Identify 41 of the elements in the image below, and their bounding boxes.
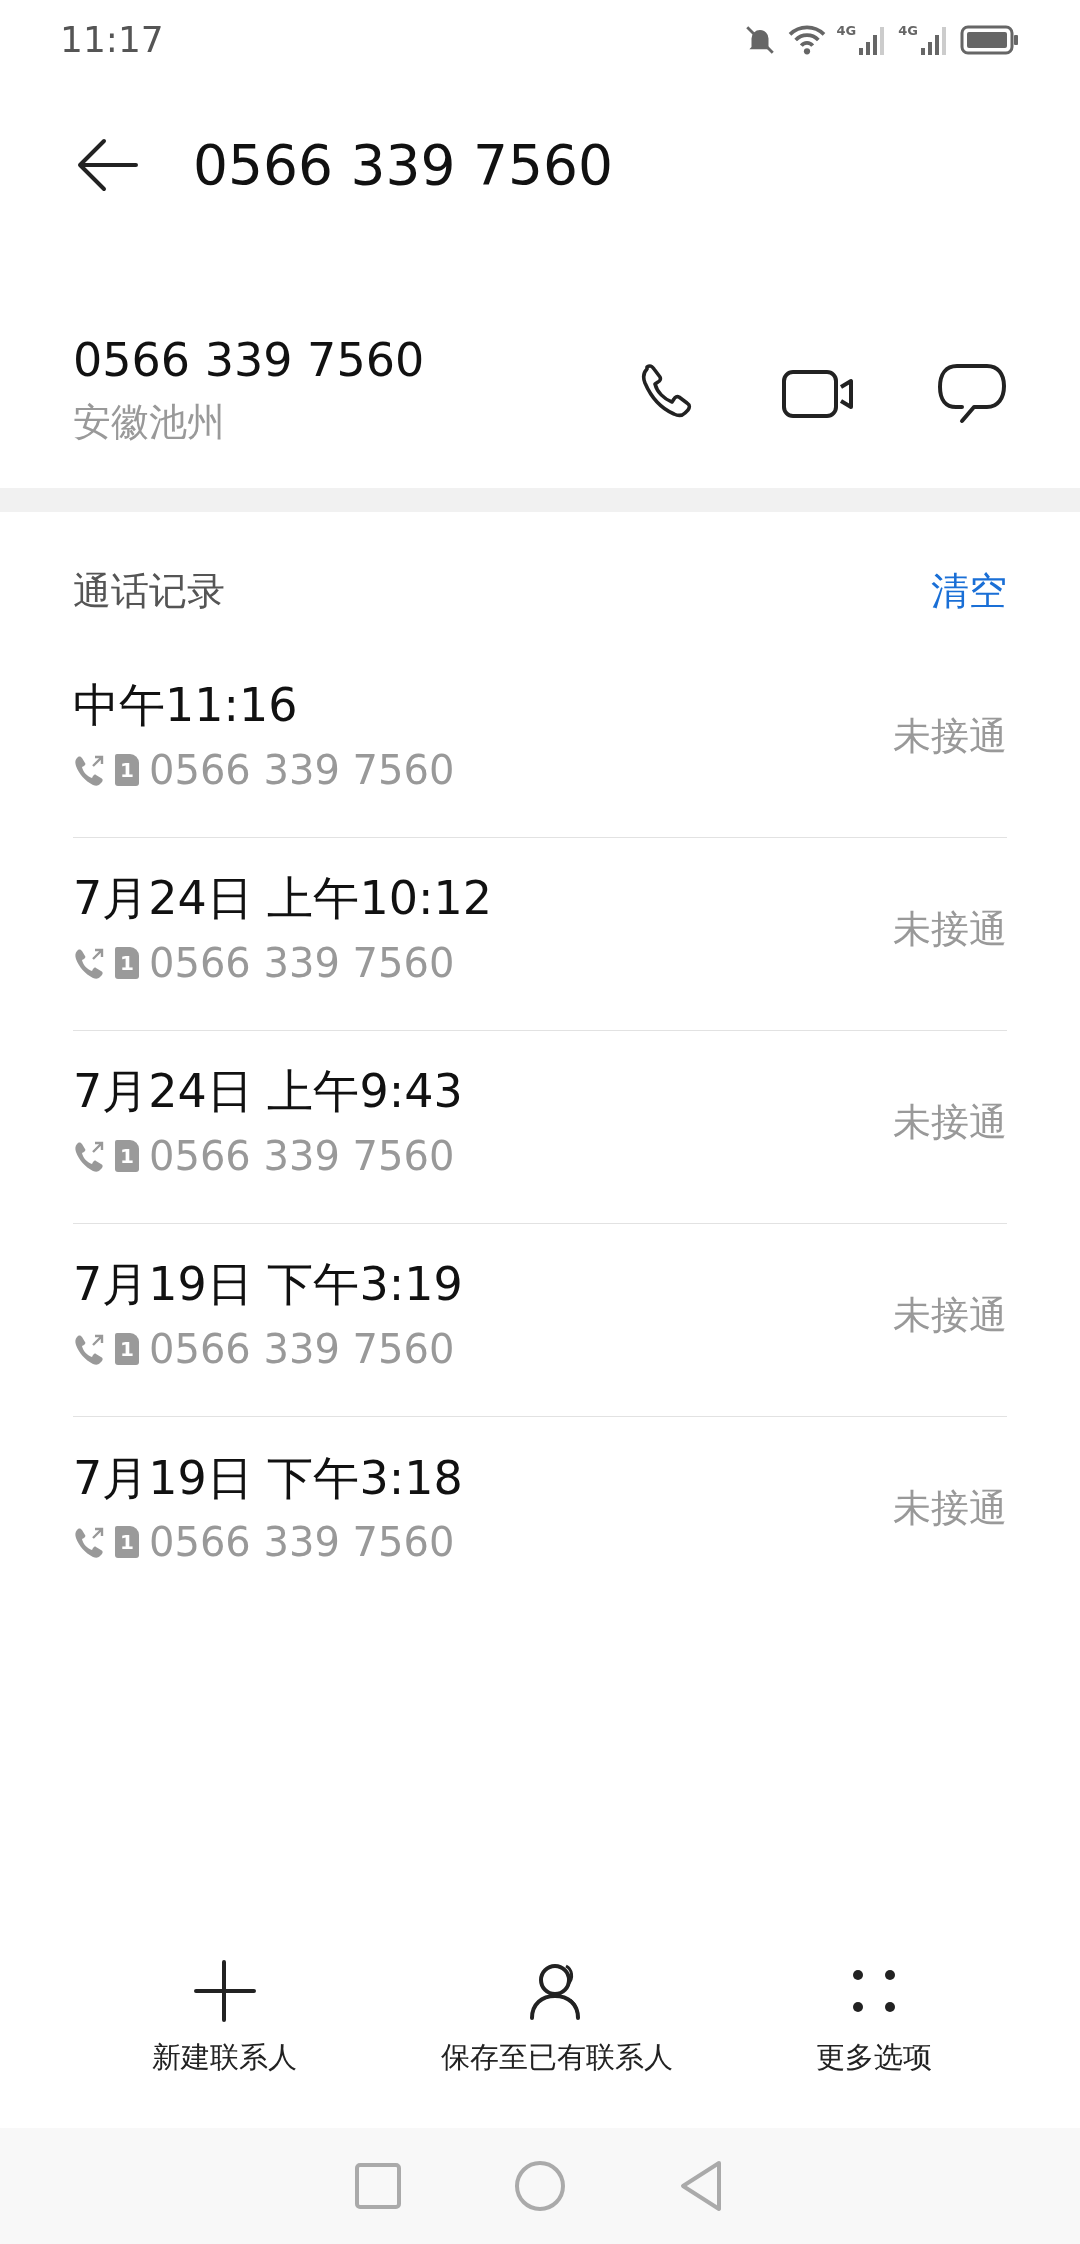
call-number: 0566 339 7560 (149, 1324, 455, 1374)
call-time: 7月19日 下午3:19 (73, 1256, 463, 1314)
call-status: 未接通 (893, 712, 1007, 760)
call-time: 中午11:16 (73, 677, 299, 735)
action-button[interactable]: 新建联系人 (152, 1960, 297, 2128)
network-type-label: 4G (836, 24, 857, 37)
phone-arrow-icon (73, 1332, 105, 1365)
call-time: 7月19日 下午3:18 (73, 1449, 463, 1507)
video-camera-icon[interactable] (781, 369, 855, 419)
sim-badge: 1 (115, 1332, 139, 1365)
sim-badge: 1 (115, 946, 139, 979)
phone-arrow-icon (73, 753, 105, 786)
location-label: 安徽池州 (73, 399, 226, 446)
status-time: 11:17 (60, 18, 164, 62)
phone-arrow-icon (73, 1526, 105, 1559)
wifi-icon (786, 23, 827, 57)
network-type-label: 4G (898, 24, 918, 37)
battery-icon (960, 24, 1020, 56)
phone-number: 0566 339 7560 (73, 331, 425, 389)
call-number: 0566 339 7560 (149, 938, 455, 988)
sim-badge: 1 (115, 1526, 139, 1559)
plus-icon (193, 1960, 256, 2022)
message-bubble-icon[interactable] (937, 363, 1007, 425)
call-number: 0566 339 7560 (149, 1518, 455, 1568)
call-status: 未接通 (893, 1291, 1007, 1339)
clear-button[interactable]: 清空 (931, 562, 1007, 620)
call-status: 未接通 (893, 905, 1007, 953)
call-time: 7月24日 上午10:12 (73, 870, 492, 928)
call-status: 未接通 (893, 1485, 1007, 1532)
sim-badge: 1 (115, 753, 139, 786)
phone-arrow-icon (73, 946, 105, 979)
sim-badge: 1 (115, 1139, 139, 1172)
call-number: 0566 339 7560 (149, 1131, 455, 1181)
phone-arrow-icon (73, 1139, 105, 1172)
page-title: 0566 339 7560 (193, 131, 613, 199)
call-time: 7月24日 上午9:43 (73, 1063, 463, 1121)
call-number: 0566 339 7560 (149, 745, 455, 795)
action-button[interactable]: 保存至已有联系人 (440, 1960, 673, 2128)
action-button[interactable]: 更多选项 (816, 1960, 932, 2128)
section-title: 通话记录 (73, 567, 225, 615)
call-status: 未接通 (893, 1098, 1007, 1146)
